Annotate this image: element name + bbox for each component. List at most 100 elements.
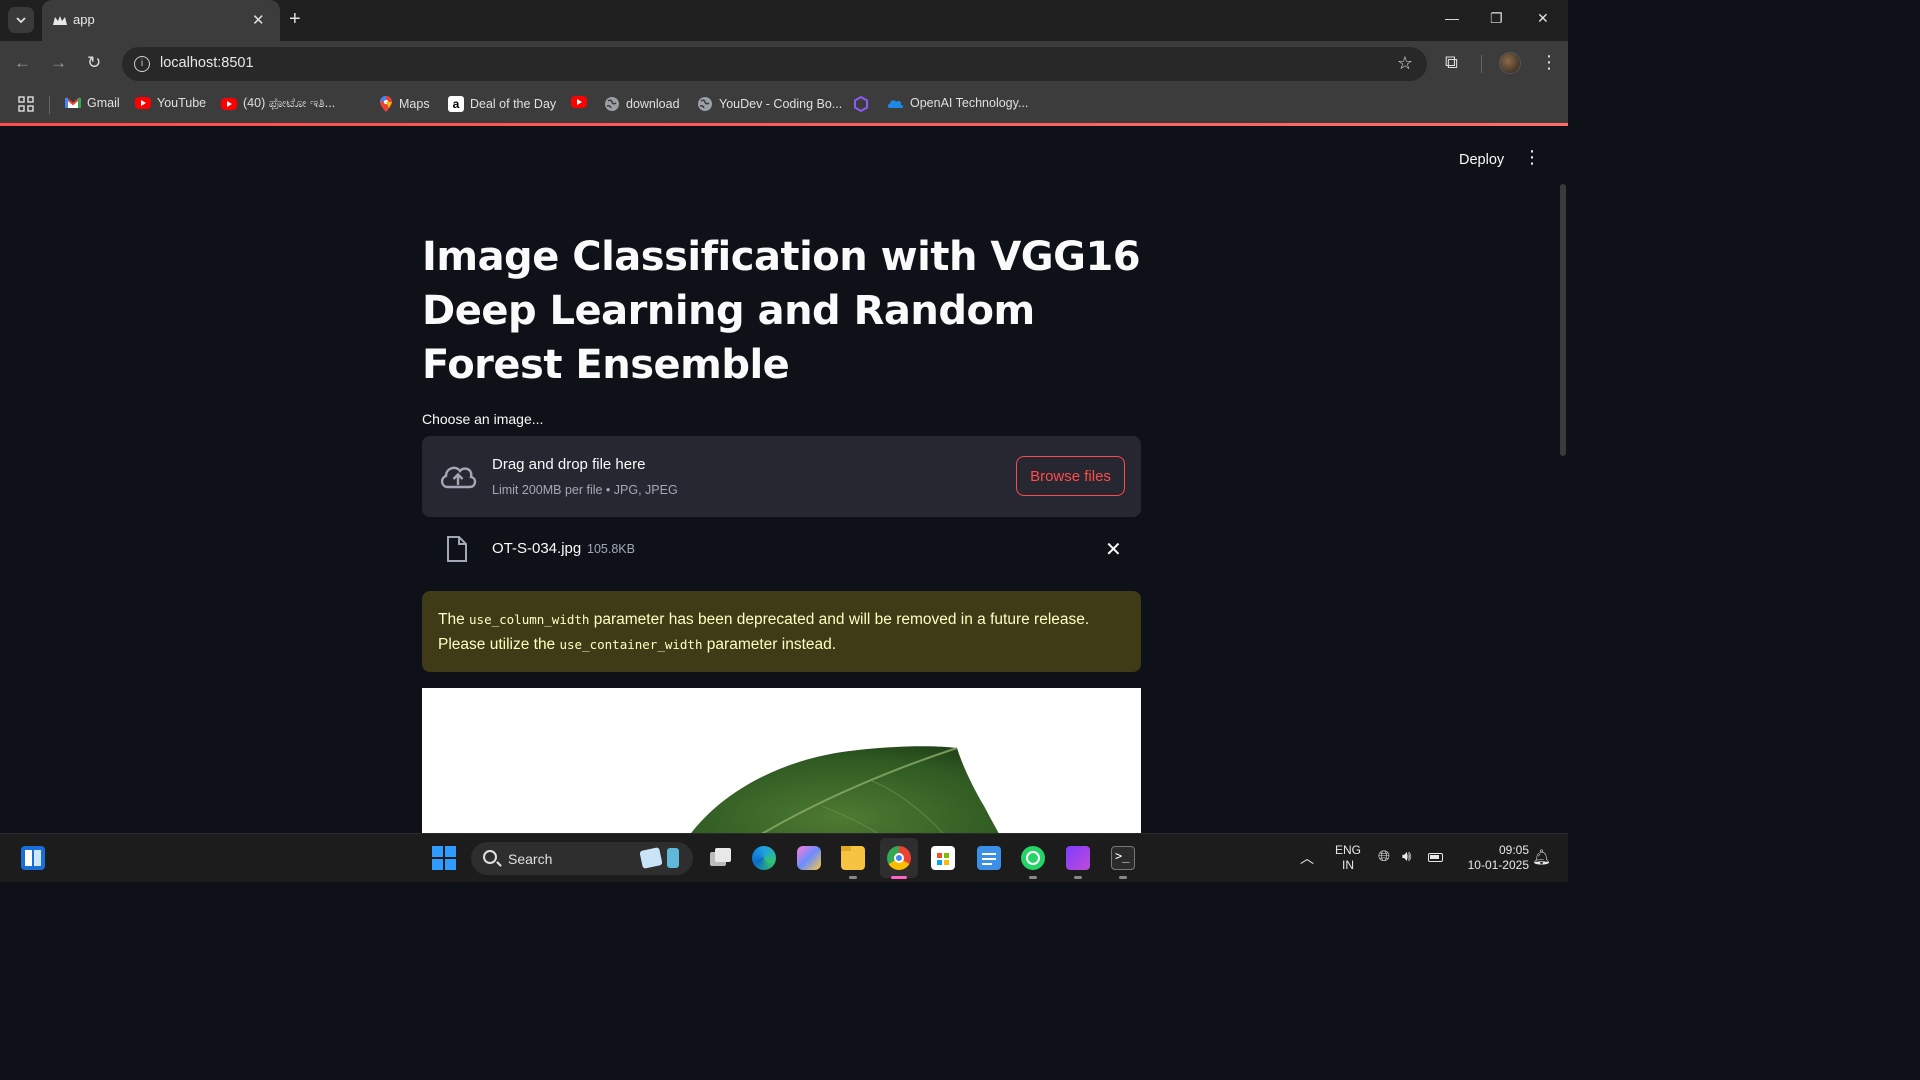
cloud-upload-icon: [440, 466, 477, 489]
notepad-icon[interactable]: [977, 846, 1001, 870]
code-use-container-width: use_container_width: [559, 637, 703, 652]
bookmark-youdev[interactable]: YouDev - Coding Bo...: [697, 96, 842, 112]
bookmark-maps[interactable]: Maps: [379, 96, 430, 112]
clipchamp-running-indicator: [1074, 876, 1082, 879]
bookmark-youtube-2[interactable]: [571, 96, 587, 108]
clock-date: 10-01-2025: [1467, 858, 1529, 872]
extensions-icon[interactable]: ⧉: [1445, 52, 1458, 73]
clock[interactable]: 09:05 10-01-2025: [1455, 843, 1529, 873]
leaf-image: [691, 746, 999, 833]
bookmark-download[interactable]: download: [604, 96, 680, 112]
back-icon[interactable]: ←: [14, 53, 31, 73]
uploaded-file-name: OT-S-034.jpg: [492, 540, 582, 557]
file-dropzone[interactable]: Drag and drop file here Limit 200MB per …: [422, 436, 1141, 517]
taskbar-search-placeholder: Search: [508, 851, 553, 867]
youtube-icon: [221, 97, 237, 110]
bookmark-hexagon[interactable]: [853, 96, 869, 112]
close-window-icon[interactable]: ✕: [1537, 10, 1549, 27]
dropzone-instructions: Drag and drop file here: [492, 456, 646, 473]
streamlit-app: Deploy ⋮ Image Classification with VGG16…: [0, 126, 1568, 833]
code-use-column-width: use_column_width: [469, 612, 590, 627]
deploy-button[interactable]: Deploy: [1459, 152, 1504, 168]
chevron-up-icon[interactable]: ︿: [1300, 848, 1314, 868]
file-icon: [447, 536, 467, 562]
clock-time: 09:05: [1498, 843, 1529, 857]
search-highlight-icon: [639, 847, 663, 869]
tab-app[interactable]: app ✕: [42, 0, 280, 41]
bookmarks-bar: Gmail YouTube (40) ಫೋಟೋ ಇತಿ... Maps a De…: [0, 87, 1568, 123]
apps-grid-icon[interactable]: [18, 96, 34, 112]
search-icon: [483, 850, 497, 864]
remove-file-icon[interactable]: ✕: [1105, 537, 1122, 562]
uploaded-file-row: OT-S-034.jpg 105.8KB ✕: [422, 531, 1141, 567]
profile-avatar[interactable]: [1499, 52, 1521, 74]
search-highlight-icon-2: [667, 848, 679, 868]
browser-menu-icon[interactable]: ⋮: [1540, 52, 1558, 73]
microsoft-store-icon[interactable]: [931, 846, 955, 870]
terminal-icon[interactable]: >_: [1111, 846, 1135, 870]
volume-icon[interactable]: 🔊︎: [1402, 848, 1411, 865]
widgets-icon[interactable]: [21, 846, 45, 870]
task-view-icon[interactable]: [708, 846, 732, 870]
bookmark-gmail[interactable]: Gmail: [65, 96, 120, 110]
uploaded-image: [422, 688, 1141, 833]
terminal-running-indicator: [1119, 876, 1127, 879]
app-menu-icon[interactable]: ⋮: [1523, 148, 1541, 166]
globe-icon: [698, 97, 712, 111]
page-scrollbar[interactable]: [1560, 184, 1566, 456]
site-info-icon[interactable]: i: [134, 56, 150, 72]
maps-icon: [380, 96, 392, 112]
tab-search-button[interactable]: [8, 7, 34, 33]
address-bar[interactable]: i localhost:8501 ☆: [122, 47, 1427, 81]
whatsapp-icon[interactable]: [1021, 846, 1045, 870]
chevron-down-icon: [16, 17, 26, 24]
chrome-icon[interactable]: [887, 846, 911, 870]
file-explorer-running-indicator: [849, 876, 857, 879]
globe-icon: [605, 97, 619, 111]
dropzone-limit-text: Limit 200MB per file • JPG, JPEG: [492, 483, 678, 497]
copilot-icon[interactable]: [797, 846, 821, 870]
streamlit-crown-icon: [53, 16, 67, 25]
restore-icon[interactable]: ❐: [1490, 10, 1503, 27]
uploaded-file-size: 105.8KB: [587, 542, 635, 556]
uploader-label: Choose an image...: [422, 411, 544, 427]
taskbar-search[interactable]: Search: [471, 842, 693, 875]
clipchamp-icon[interactable]: [1066, 846, 1090, 870]
browser-window: app ✕ + — ❐ ✕ ← → ↻ i localhost:8501 ☆ ⧉…: [0, 0, 1568, 882]
file-explorer-icon[interactable]: [841, 846, 865, 870]
bookmark-star-icon[interactable]: ☆: [1397, 53, 1413, 74]
minimize-icon[interactable]: —: [1445, 10, 1459, 26]
toolbar-divider: [1481, 55, 1482, 73]
youtube-icon: [571, 96, 587, 108]
browser-toolbar: ← → ↻ i localhost:8501 ☆ ⧉ ⋮: [0, 41, 1568, 87]
reload-icon[interactable]: ↻: [87, 53, 101, 73]
browse-files-button[interactable]: Browse files: [1016, 456, 1125, 496]
hexagon-icon: [854, 96, 868, 112]
bookmark-youtube[interactable]: YouTube: [135, 96, 206, 110]
gmail-icon: [65, 97, 81, 108]
onedrive-icon: [887, 100, 904, 108]
whatsapp-running-indicator: [1029, 876, 1037, 879]
chrome-active-indicator: [891, 876, 907, 879]
bookmark-deal-of-the-day[interactable]: a Deal of the Day: [448, 96, 556, 112]
amazon-icon: a: [448, 96, 464, 112]
tab-strip: app ✕ + — ❐ ✕: [0, 0, 1568, 41]
battery-icon[interactable]: [1428, 853, 1443, 862]
bookmark-openai-technology[interactable]: OpenAI Technology...: [886, 96, 1028, 110]
deprecation-warning: The use_column_width parameter has been …: [422, 591, 1141, 672]
network-icon[interactable]: 🌐︎: [1378, 848, 1390, 865]
url-text[interactable]: localhost:8501: [160, 55, 254, 71]
bookmark-youtube-video[interactable]: (40) ಫೋಟೋ ಇತಿ...: [221, 96, 335, 111]
forward-icon[interactable]: →: [50, 53, 67, 73]
edge-browser-icon[interactable]: [752, 846, 776, 870]
page-title: Image Classification with VGG16 Deep Lea…: [422, 234, 1141, 388]
youtube-icon: [135, 97, 151, 109]
bookmarks-divider: [49, 96, 50, 114]
windows-taskbar: Search >_ ︿ ENG IN 🌐︎ 🔊︎ 09:05 10-01-202…: [0, 833, 1568, 882]
new-tab-icon[interactable]: +: [289, 8, 301, 31]
language-indicator[interactable]: ENG IN: [1333, 843, 1363, 873]
start-windows-icon[interactable]: [432, 846, 456, 870]
tab-title: app: [73, 12, 95, 27]
notification-bell-icon[interactable]: 🔔︎: [1532, 848, 1551, 866]
close-tab-icon[interactable]: ✕: [252, 11, 265, 29]
